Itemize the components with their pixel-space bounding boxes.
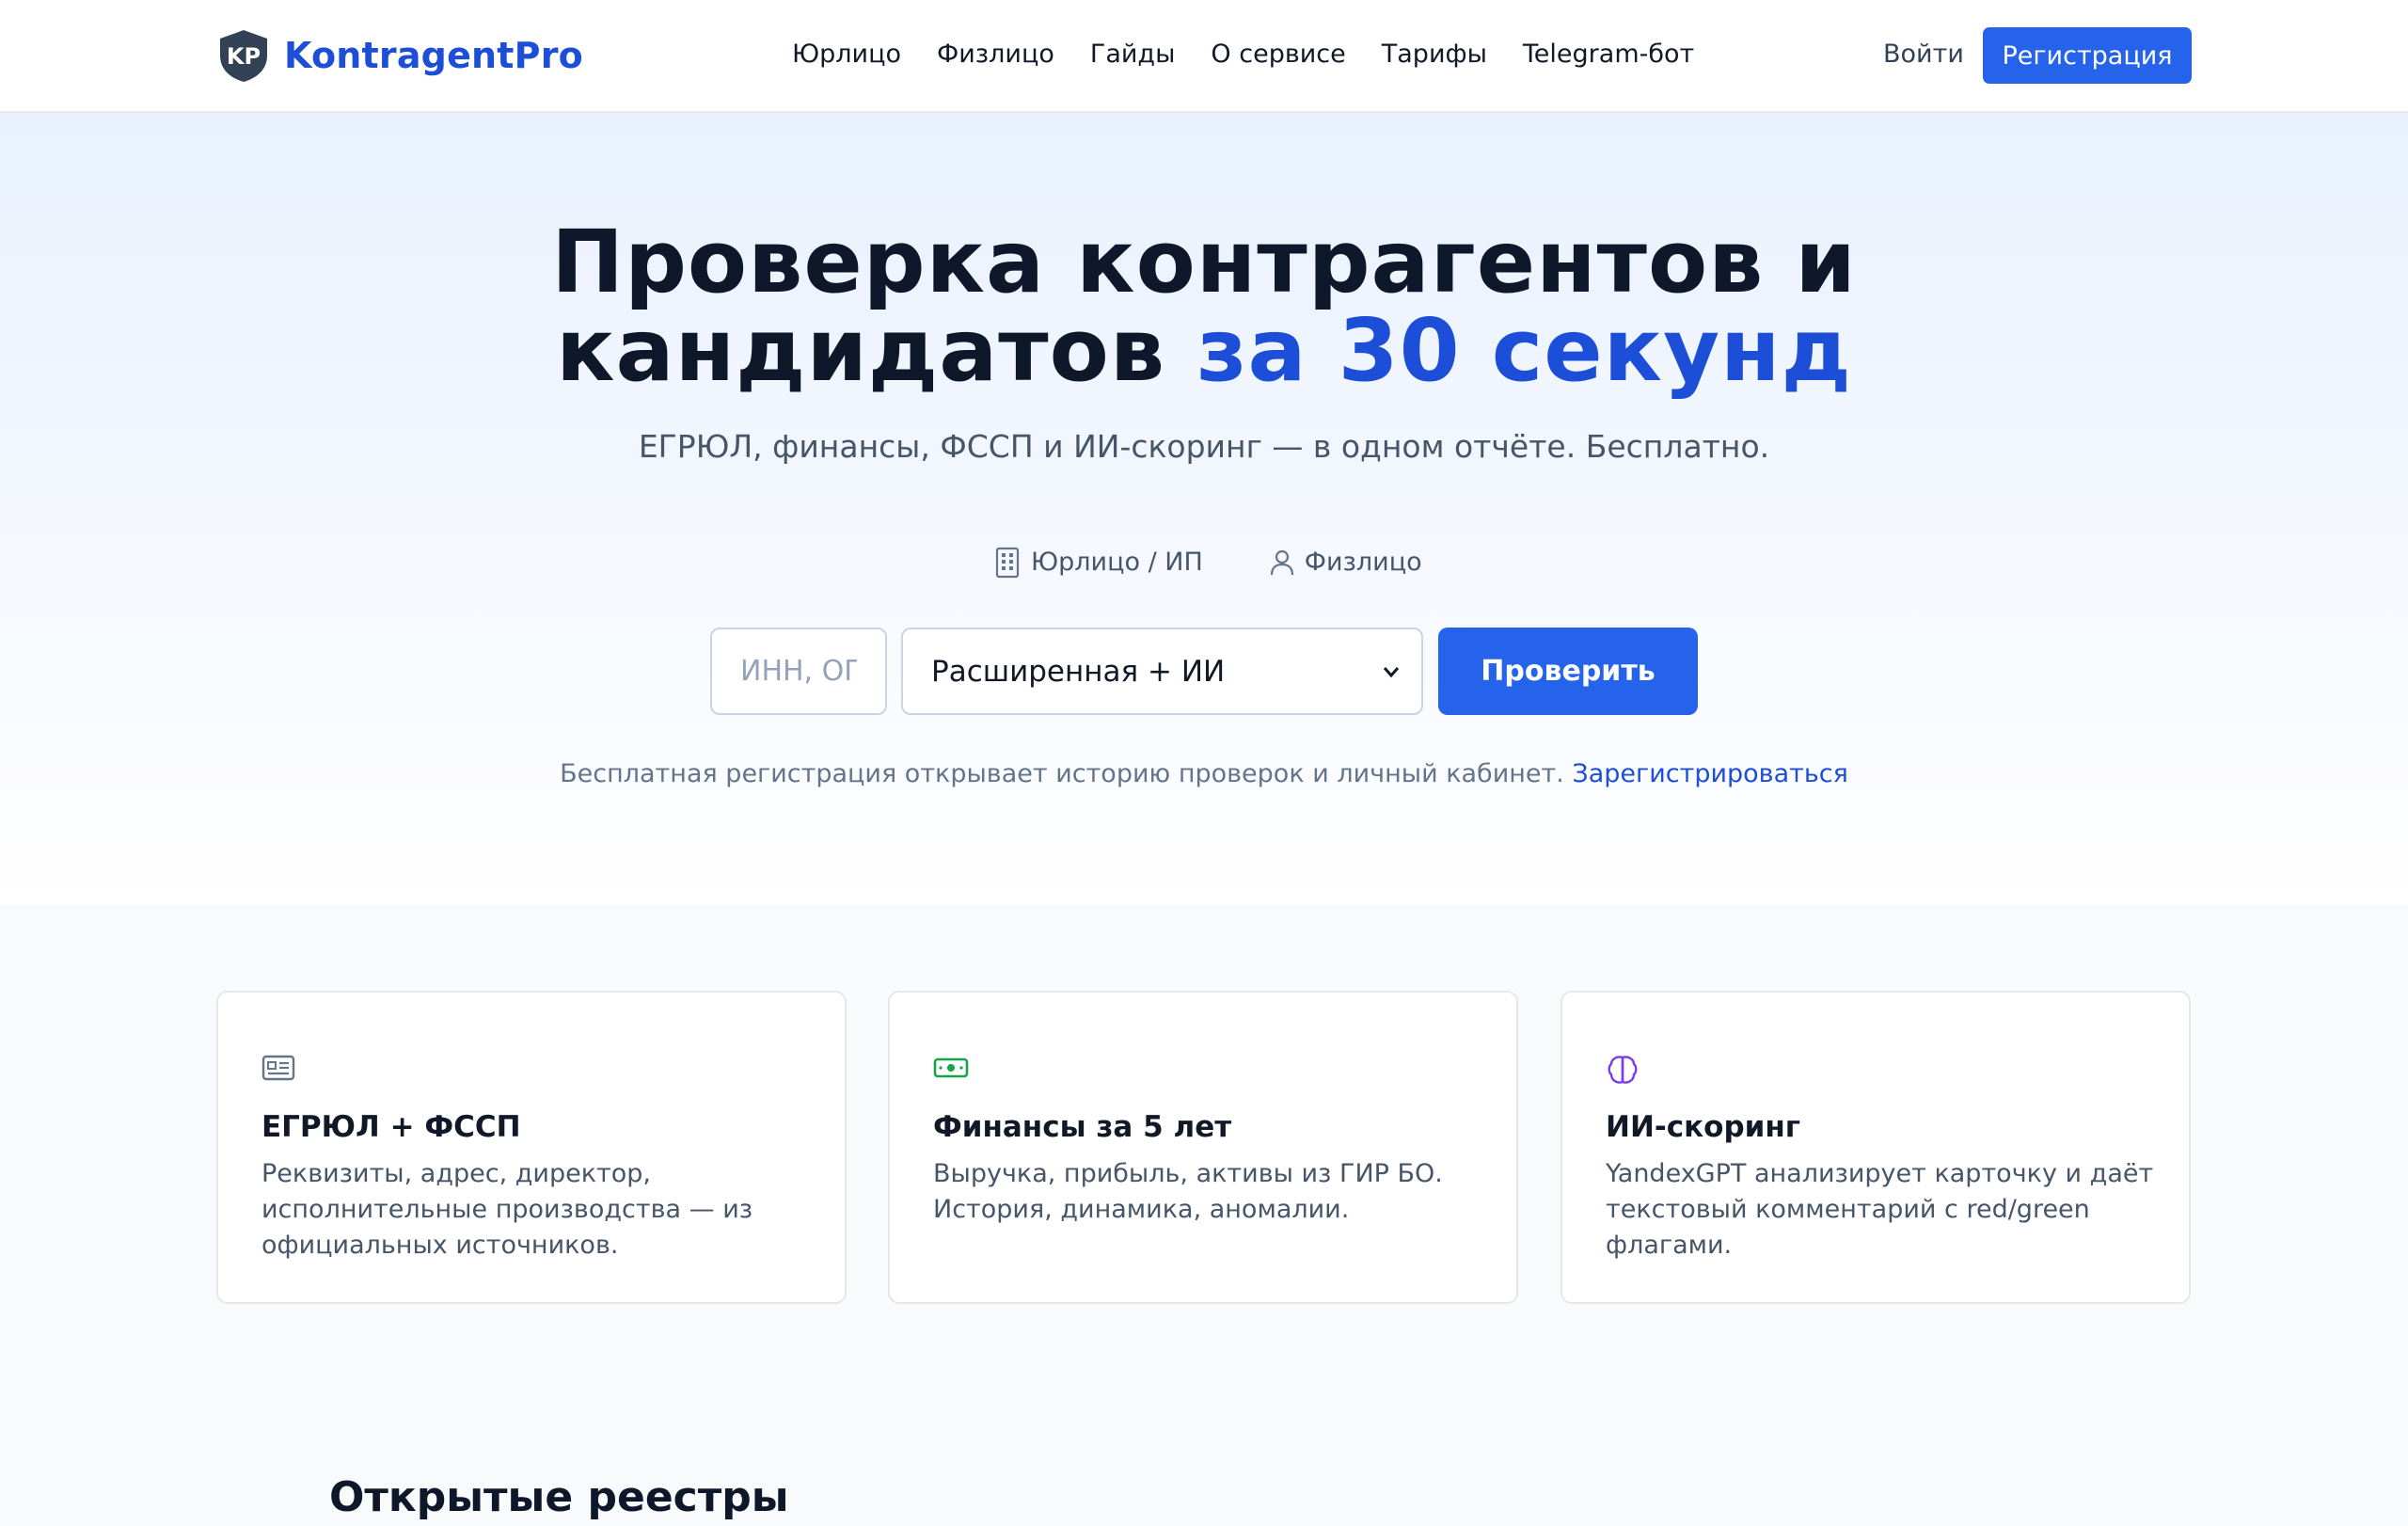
- check-button[interactable]: Проверить: [1438, 628, 1698, 715]
- registration-note: Бесплатная регистрация открывает историю…: [0, 755, 2408, 793]
- feature-card-ai-scoring: ИИ-скоринг YandexGPT анализирует карточк…: [1560, 991, 2191, 1304]
- inn-input[interactable]: [710, 628, 887, 715]
- banknote-icon: [933, 1057, 969, 1078]
- tab-individual-label: Физлицо: [1304, 548, 1422, 577]
- feature-text: Выручка, прибыль, активы из ГИР БО. Исто…: [933, 1159, 1443, 1224]
- registration-note-text: Бесплатная регистрация открывает историю…: [560, 759, 1573, 788]
- shield-logo-icon: KP: [220, 30, 267, 82]
- plan-select-value: Расширенная + ИИ: [931, 654, 1226, 689]
- nav-item-guides[interactable]: Гайды: [1090, 36, 1176, 73]
- chevron-down-icon: [1383, 667, 1400, 678]
- brain-icon: [1608, 1056, 1638, 1084]
- tab-legal-entity-label: Юрлицо / ИП: [1031, 548, 1203, 577]
- login-link[interactable]: Войти: [1883, 36, 1964, 73]
- feature-title: ЕГРЮЛ + ФССП: [261, 1110, 521, 1144]
- logo[interactable]: KP KontragentPro: [216, 28, 583, 83]
- hero-subtitle: ЕГРЮЛ, финансы, ФССП и ИИ-скоринг — в од…: [638, 428, 1770, 465]
- plan-select[interactable]: Расширенная + ИИ: [901, 628, 1423, 715]
- tab-individual[interactable]: Физлицо: [1269, 544, 1422, 581]
- nav-item-pricing[interactable]: Тарифы: [1382, 36, 1487, 73]
- feature-card-finance: Финансы за 5 лет Выручка, прибыль, актив…: [888, 991, 1518, 1304]
- id-card-icon: [261, 1055, 295, 1081]
- main-nav: Юрлицо Физлицо Гайды О сервисе Тарифы Te…: [792, 36, 1730, 73]
- tab-legal-entity[interactable]: Юрлицо / ИП: [993, 544, 1203, 581]
- registries-section-title: Открытые реестры: [329, 1473, 789, 1521]
- site-header: KP KontragentPro Юрлицо Физлицо Гайды О …: [0, 0, 2408, 113]
- feature-card-egrul: ЕГРЮЛ + ФССП Реквизиты, адрес, директор,…: [216, 991, 847, 1304]
- nav-item-individual[interactable]: Физлицо: [937, 36, 1054, 73]
- nav-item-about[interactable]: О сервисе: [1211, 36, 1345, 73]
- svg-text:KP: KP: [227, 43, 261, 70]
- hero-title-accent: за 30 секунд: [1196, 300, 1852, 401]
- nav-item-telegram-bot[interactable]: Telegram-бот: [1523, 36, 1694, 73]
- hero-title-line2: кандидатов: [556, 300, 1197, 401]
- logo-text: KontragentPro: [284, 35, 583, 76]
- entity-type-tabs: Юрлицо / ИП Физлицо: [993, 544, 1488, 581]
- register-button[interactable]: Регистрация: [1983, 27, 2192, 84]
- hero-section: Проверка контрагентов и кандидатов за 30…: [0, 113, 2408, 905]
- feature-text: YandexGPT анализирует карточку и даёт те…: [1606, 1159, 2154, 1260]
- nav-item-legal-entity[interactable]: Юрлицо: [792, 36, 901, 73]
- feature-text: Реквизиты, адрес, директор, исполнительн…: [261, 1159, 753, 1260]
- feature-title: Финансы за 5 лет: [933, 1110, 1232, 1144]
- feature-title: ИИ-скоринг: [1606, 1110, 1800, 1144]
- person-icon: [1270, 549, 1293, 576]
- hero-title: Проверка контрагентов и кандидатов за 30…: [0, 218, 2408, 395]
- hero-title-line1: Проверка контрагентов и: [551, 212, 1857, 312]
- register-link[interactable]: Зарегистрироваться: [1572, 759, 1847, 788]
- building-icon: [995, 547, 1020, 579]
